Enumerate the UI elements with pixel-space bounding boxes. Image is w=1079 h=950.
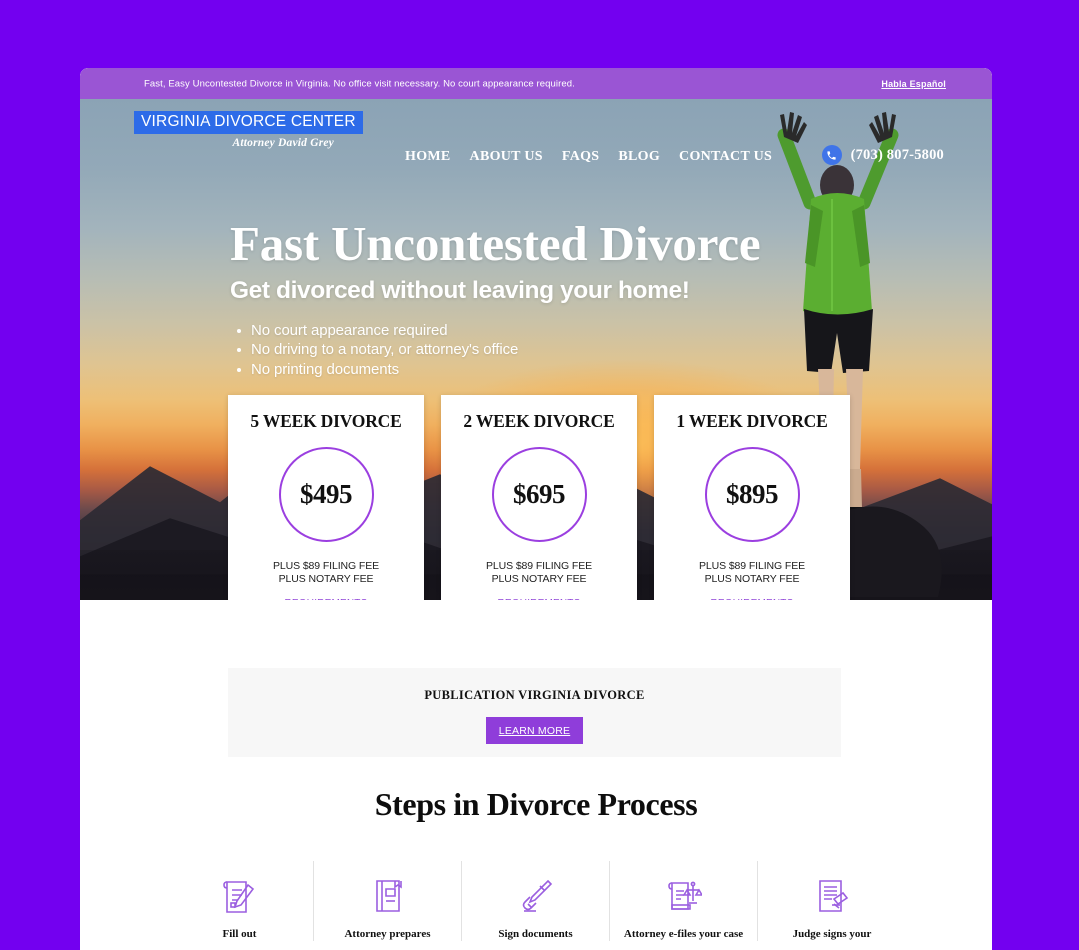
fee-line-1: PLUS $89 FILING FEE (272, 560, 380, 572)
requirements-link[interactable]: REQUIREMENTS (285, 598, 368, 600)
nav-item-home[interactable]: HOME (405, 149, 451, 165)
fee-note: PLUS $89 FILING FEE PLUS NOTARY FEE (451, 560, 627, 587)
habla-espanol-link[interactable]: Habla Español (881, 79, 946, 89)
document-gavel-icon (764, 875, 900, 917)
fee-line-2: PLUS NOTARY FEE (278, 573, 374, 586)
document-folder-icon (320, 875, 455, 917)
steps-title: Steps in Divorce Process (374, 786, 698, 822)
hero-copy: Fast Uncontested Divorce Get divorced wi… (230, 216, 761, 380)
price-circle: $895 (704, 447, 800, 542)
step-label: Attorney e-files your case (623, 928, 744, 940)
requirements-link[interactable]: REQUIREMENTS (498, 598, 581, 600)
page-container: Fast, Easy Uncontested Divorce in Virgin… (80, 68, 992, 950)
main-navigation: HOME ABOUT US FAQS BLOG CONTACT US (405, 149, 772, 165)
header-phone[interactable]: (703) 807-5800 (821, 145, 944, 165)
pricing-card-title: 5 WEEK DIVORCE (250, 411, 402, 431)
announcement-text: Fast, Easy Uncontested Divorce in Virgin… (144, 78, 575, 89)
nav-item-about-us[interactable]: ABOUT US (470, 149, 543, 165)
fee-note: PLUS $89 FILING FEE PLUS NOTARY FEE (664, 560, 840, 587)
steps-grid: Fill out Attorney prepares Sign document… (80, 861, 992, 942)
site-header: VIRGINIA DIVORCE CENTER Attorney David G… (80, 99, 992, 171)
step-item-1[interactable]: Fill out (166, 861, 314, 942)
step-item-4[interactable]: Attorney e-files your case (610, 861, 758, 942)
publication-title: PUBLICATION VIRGINIA DIVORCE (424, 688, 645, 702)
learn-more-button[interactable]: LEARN MORE (486, 717, 583, 744)
step-label: Attorney prepares (344, 928, 431, 940)
hero-benefits-list: No court appearance required No driving … (230, 322, 760, 378)
price-amount: $895 (726, 479, 779, 509)
step-item-5[interactable]: Judge signs your (758, 861, 906, 941)
nav-item-faqs[interactable]: FAQS (562, 149, 600, 165)
pricing-card-2-week: 2 WEEK DIVORCE $695 PLUS $89 FILING FEE … (441, 395, 637, 600)
pricing-card-5-week: 5 WEEK DIVORCE $495 PLUS $89 FILING FEE … (228, 395, 424, 600)
requirements-link[interactable]: REQUIREMENTS (711, 598, 794, 600)
step-item-2[interactable]: Attorney prepares (314, 861, 462, 942)
pricing-cards: 5 WEEK DIVORCE $495 PLUS $89 FILING FEE … (228, 395, 850, 600)
fee-line-2: PLUS NOTARY FEE (491, 573, 587, 586)
step-label: Fill out (222, 928, 257, 940)
hero-subheadline: Get divorced without leaving your home! (230, 277, 690, 304)
scroll-scales-icon (616, 875, 751, 917)
steps-section: Steps in Divorce Process Fill out Attorn… (80, 786, 992, 942)
fountain-pen-icon (468, 875, 603, 917)
form-with-pen-icon (172, 875, 307, 917)
fee-note: PLUS $89 FILING FEE PLUS NOTARY FEE (238, 560, 414, 587)
logo-company-name: VIRGINIA DIVORCE CENTER (134, 111, 363, 134)
logo-attorney-name: Attorney David Grey (232, 137, 334, 149)
phone-number: (703) 807-5800 (850, 146, 944, 163)
price-amount: $495 (300, 479, 353, 509)
step-label: Sign documents (498, 928, 573, 940)
hero-banner: VIRGINIA DIVORCE CENTER Attorney David G… (80, 99, 992, 600)
announcement-bar: Fast, Easy Uncontested Divorce in Virgin… (80, 68, 992, 99)
site-logo[interactable]: VIRGINIA DIVORCE CENTER Attorney David G… (134, 111, 363, 149)
hero-bullet: No printing documents (230, 361, 760, 378)
price-circle: $695 (491, 447, 587, 542)
hero-bullet: No court appearance required (230, 322, 760, 339)
price-amount: $695 (513, 479, 566, 509)
pricing-card-1-week: 1 WEEK DIVORCE $895 PLUS $89 FILING FEE … (654, 395, 850, 600)
price-circle: $495 (278, 447, 374, 542)
fee-line-1: PLUS $89 FILING FEE (485, 560, 593, 572)
pricing-card-title: 1 WEEK DIVORCE (676, 411, 828, 431)
nav-item-contact-us[interactable]: CONTACT US (679, 149, 772, 165)
fee-line-2: PLUS NOTARY FEE (704, 573, 800, 586)
hero-headline: Fast Uncontested Divorce (230, 216, 761, 271)
phone-icon (821, 145, 842, 165)
nav-item-blog[interactable]: BLOG (618, 149, 660, 165)
hero-bullet: No driving to a notary, or attorney's of… (230, 341, 760, 358)
publication-section: PUBLICATION VIRGINIA DIVORCE LEARN MORE (228, 668, 841, 757)
step-item-3[interactable]: Sign documents (462, 861, 610, 942)
pricing-card-title: 2 WEEK DIVORCE (463, 411, 615, 431)
fee-line-1: PLUS $89 FILING FEE (698, 560, 806, 572)
step-label: Judge signs your (792, 928, 872, 940)
